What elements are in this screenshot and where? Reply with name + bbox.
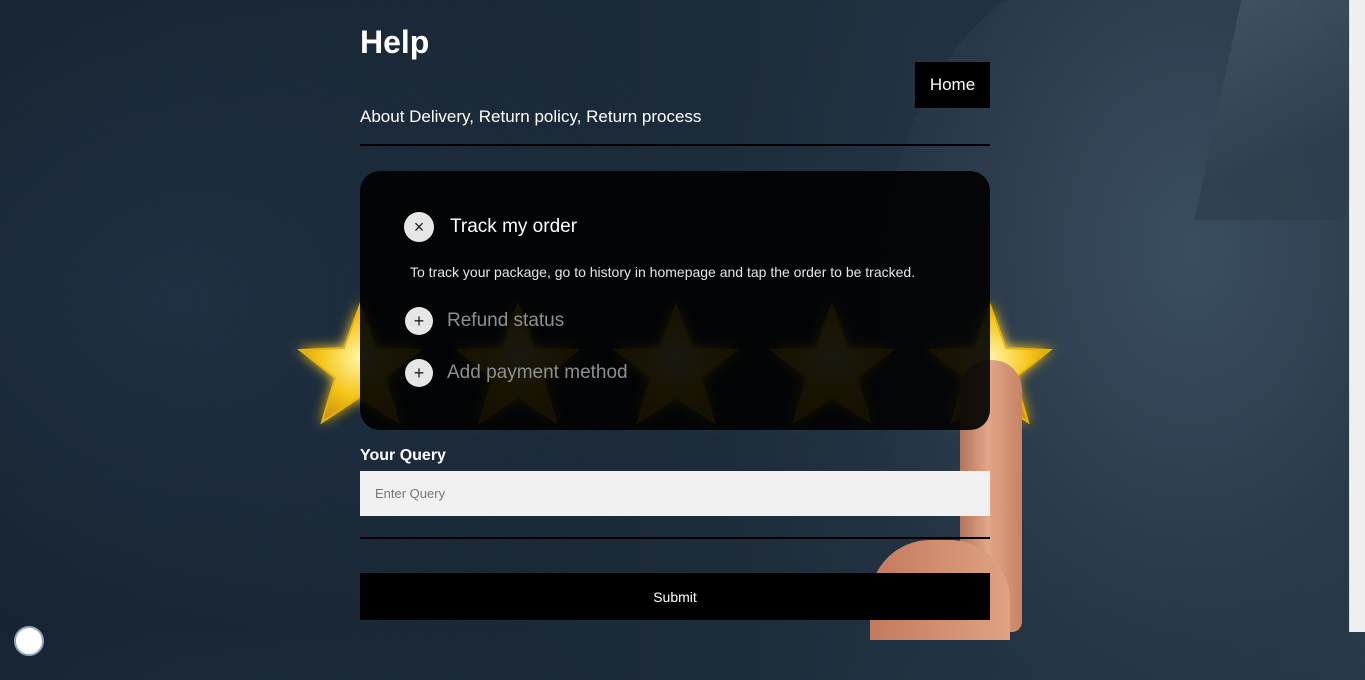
faq-item-track-order[interactable]: × Track my order bbox=[404, 212, 577, 242]
submit-button[interactable]: Submit bbox=[360, 573, 990, 620]
faq-question[interactable]: Refund status bbox=[447, 310, 564, 332]
page-title: Help bbox=[360, 24, 430, 60]
faq-item-refund-status[interactable]: + Refund status bbox=[405, 307, 564, 335]
faq-question[interactable]: Track my order bbox=[450, 216, 577, 238]
divider bbox=[360, 144, 990, 146]
plus-icon[interactable]: + bbox=[405, 359, 433, 387]
close-icon[interactable]: × bbox=[404, 212, 434, 242]
query-input[interactable] bbox=[360, 471, 990, 516]
faq-item-add-payment-method[interactable]: + Add payment method bbox=[405, 359, 628, 387]
query-label: Your Query bbox=[360, 447, 446, 464]
faq-question[interactable]: Add payment method bbox=[447, 362, 628, 384]
divider bbox=[360, 537, 990, 539]
vertical-scrollbar[interactable] bbox=[1349, 0, 1365, 632]
floating-widget-icon[interactable] bbox=[14, 626, 44, 656]
faq-answer: To track your package, go to history in … bbox=[410, 264, 916, 280]
faq-panel: × Track my order To track your package, … bbox=[360, 171, 990, 430]
page-subtitle: About Delivery, Return policy, Return pr… bbox=[360, 107, 702, 126]
plus-icon[interactable]: + bbox=[405, 307, 433, 335]
home-button[interactable]: Home bbox=[915, 62, 990, 108]
